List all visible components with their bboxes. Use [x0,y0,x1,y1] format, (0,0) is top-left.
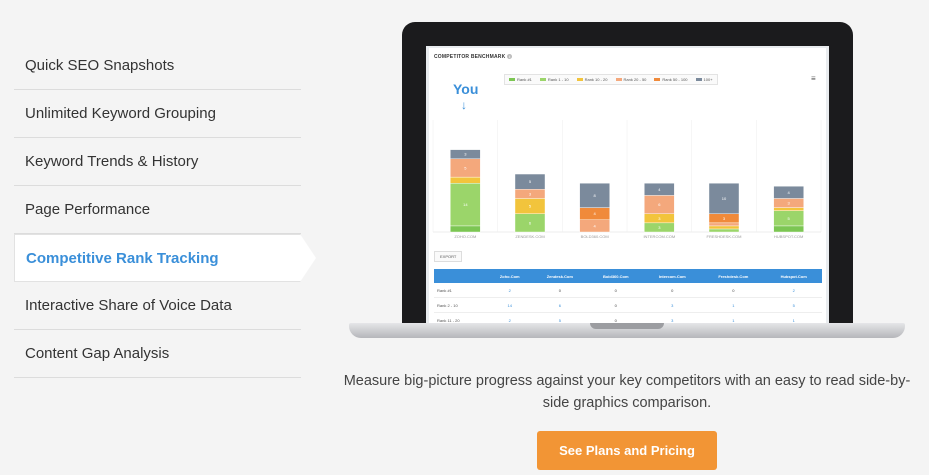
laptop-notch [590,323,664,329]
column-header[interactable] [434,269,488,283]
table-cell[interactable]: 0 [588,283,644,298]
table-row: Rank #1 2 0 0 0 0 2 [434,283,822,298]
table-header-row: Zoho.Com Zendesk.Com Bold360.Com Intercom.C… [434,269,822,283]
export-button[interactable]: EXPORT [434,251,463,262]
table-cell[interactable]: 14 [487,297,532,313]
bar-segment [773,207,804,211]
category-label: FRESHDESK.COM [707,234,742,239]
table-row: Rank 2 - 10 14 6 0 3 1 5 [434,297,822,313]
row-label: Rank #1 [434,283,488,298]
bar-segment [708,225,740,230]
table-cell[interactable]: 0 [643,283,702,298]
table-cell[interactable]: 6 [531,297,589,313]
table-cell[interactable]: 0 [588,297,644,313]
table-cell[interactable]: 0 [531,283,589,298]
menu-item-share-of-voice[interactable]: Interactive Share of Voice Data [14,282,301,330]
table-cell[interactable]: 3 [643,297,702,313]
menu-item-page-performance[interactable]: Page Performance [14,186,301,234]
feature-description: Measure big-picture progress against you… [343,373,911,411]
feature-menu: Quick SEO Snapshots Unlimited Keyword Gr… [14,42,316,378]
laptop-screen-bezel: COMPETITOR BENCHMARK i Rank #1 Rank 1 - 10… [402,22,853,328]
column-header[interactable]: Zendesk.Com [531,269,589,283]
menu-item-competitive-rank-tracking[interactable]: Competitive Rank Tracking [14,234,316,282]
menu-item-unlimited-keyword-grouping[interactable]: Unlimited Keyword Grouping [14,90,301,138]
competitor-benchmark-panel: COMPETITOR BENCHMARK i Rank #1 Rank 1 - 10… [429,48,826,328]
row-label: Rank 2 - 10 [434,297,488,313]
table-cell[interactable]: 1 [701,297,766,313]
table-cell[interactable]: 2 [765,283,822,298]
category-label: HUBSPOT.COM [774,234,803,239]
column-header[interactable]: Hubspot.Com [765,269,822,283]
see-plans-button[interactable]: See Plans and Pricing [537,431,717,470]
bar-value-label: 10 [722,196,727,201]
table-cell[interactable]: 2 [487,283,532,298]
menu-item-content-gap-analysis[interactable]: Content Gap Analysis [14,330,301,378]
category-label: BOLD360.COM [581,234,609,239]
menu-item-keyword-trends-history[interactable]: Keyword Trends & History [14,138,301,186]
bar-segment [773,225,804,233]
bar-segment [450,225,481,233]
table-cell[interactable]: 0 [701,283,766,298]
menu-item-quick-seo-snapshots[interactable]: Quick SEO Snapshots [14,42,301,90]
competitor-bar-chart: 1453ZOHO.COM6535ZENDESK.COM448BOLD360.CO… [432,120,822,239]
bar-segment [450,176,481,184]
bar-segment [708,222,740,227]
bar-value-label: 14 [463,202,468,207]
column-header[interactable]: Freshdesk.Com [701,269,766,283]
category-label: INTERCOM.COM [643,234,675,239]
column-header[interactable]: Intercom.Com [643,269,702,283]
category-label: ZOHO.COM [454,234,476,239]
column-header[interactable]: Bold360.Com [588,269,644,283]
laptop-screen: COMPETITOR BENCHMARK i Rank #1 Rank 1 - 10… [426,46,829,328]
table-cell[interactable]: 5 [765,297,822,313]
bar-segment [708,228,740,233]
rank-table: Zoho.Com Zendesk.Com Bold360.Com Intercom.C… [434,269,822,328]
column-header[interactable]: Zoho.Com [487,269,532,283]
category-label: ZENDESK.COM [515,234,544,239]
